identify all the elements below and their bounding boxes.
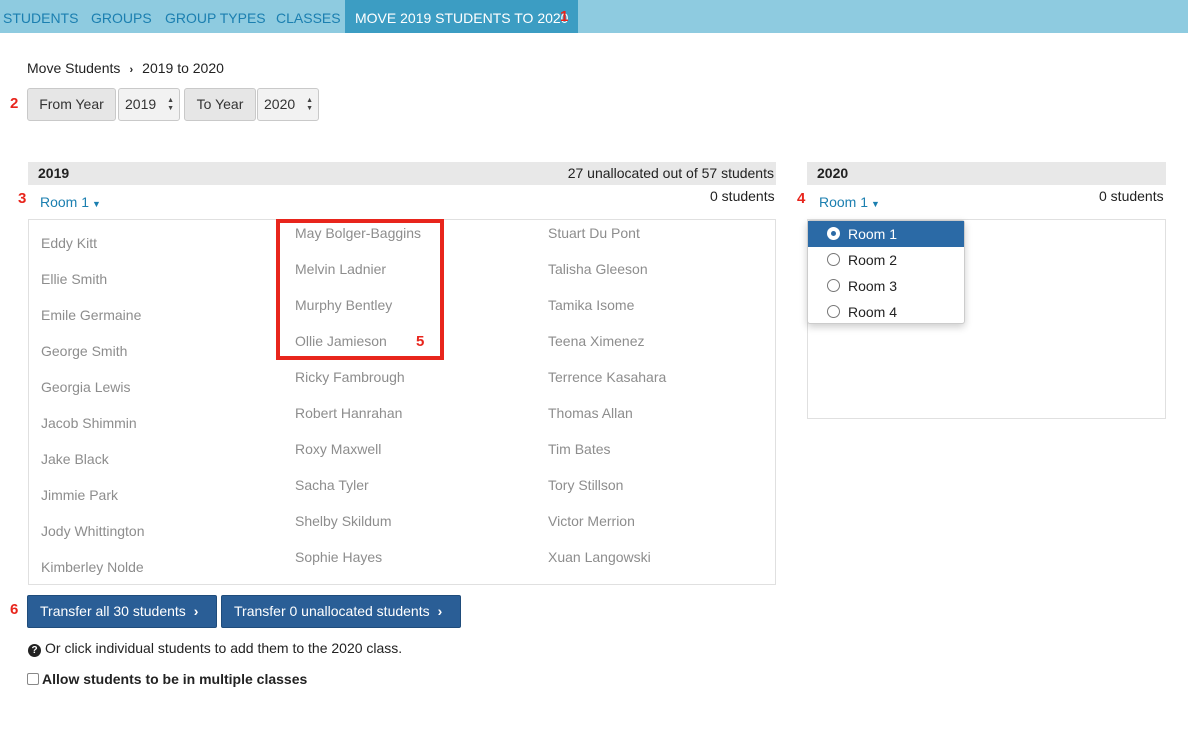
panel-2020-title: 2020 <box>817 165 849 181</box>
annotation-marker-2: 2 <box>10 95 19 112</box>
radio-selected-icon <box>827 227 840 240</box>
room-dropdown-2020-label: Room 1 <box>819 194 869 210</box>
student-item[interactable]: Xuan Langowski <box>548 549 651 565</box>
student-item[interactable]: Kimberley Nolde <box>41 559 144 575</box>
from-year-select[interactable]: 2019 ▲ ▼ <box>118 88 180 121</box>
annotation-marker-1: 1 <box>560 8 569 25</box>
unallocated-summary: 27 unallocated out of 57 students <box>567 165 774 181</box>
radio-icon <box>827 305 840 318</box>
breadcrumb-separator-icon: › <box>129 64 134 76</box>
student-item[interactable]: Jimmie Park <box>41 487 118 503</box>
nav-move-students[interactable]: MOVE 2019 STUDENTS TO 2020 <box>345 0 579 33</box>
room-option-label: Room 3 <box>848 278 898 294</box>
student-item[interactable]: Thomas Allan <box>548 405 633 421</box>
student-item[interactable]: Georgia Lewis <box>41 379 131 395</box>
student-item[interactable]: Talisha Gleeson <box>548 261 648 277</box>
from-year-button[interactable]: From Year <box>27 88 116 121</box>
room-option-3[interactable]: Room 3 <box>808 273 964 299</box>
allow-multiple-classes-label[interactable]: Allow students to be in multiple classes <box>42 671 307 687</box>
annotation-marker-6: 6 <box>10 601 19 618</box>
caret-down-icon: ▼ <box>92 199 101 209</box>
select-arrows-icon: ▲ ▼ <box>306 97 313 112</box>
room-dropdown-menu: Room 1 Room 2 Room 3 Room 4 <box>807 220 965 324</box>
student-item[interactable]: Jake Black <box>41 451 109 467</box>
room-2020-count: 0 students <box>1099 188 1164 204</box>
room-option-4[interactable]: Room 4 <box>808 299 964 325</box>
student-item[interactable]: Robert Hanrahan <box>295 405 402 421</box>
to-year-value: 2020 <box>264 96 296 112</box>
room-dropdown-2020[interactable]: Room 1 ▼ <box>819 194 880 210</box>
student-item[interactable]: Shelby Skildum <box>295 513 392 529</box>
student-item[interactable]: Jody Whittington <box>41 523 145 539</box>
student-item[interactable]: Jacob Shimmin <box>41 415 137 431</box>
student-item[interactable]: Eddy Kitt <box>41 235 97 251</box>
student-item[interactable]: Ricky Fambrough <box>295 369 405 385</box>
room-option-1[interactable]: Room 1 <box>808 221 964 247</box>
select-arrows-icon: ▲ ▼ <box>167 97 174 112</box>
room-option-2[interactable]: Room 2 <box>808 247 964 273</box>
panel-2020-header: 2020 <box>807 162 1166 185</box>
breadcrumb-current: 2019 to 2020 <box>142 60 224 76</box>
student-item[interactable]: Sophie Hayes <box>295 549 382 565</box>
caret-down-icon: ▼ <box>871 199 880 209</box>
room-option-label: Room 2 <box>848 252 898 268</box>
student-item[interactable]: George Smith <box>41 343 127 359</box>
student-item[interactable]: Ellie Smith <box>41 271 107 287</box>
top-nav: STUDENTS GROUPS GROUP TYPES CLASSES MOVE… <box>0 0 1188 33</box>
room-dropdown-2019-label: Room 1 <box>40 194 90 210</box>
student-item[interactable]: Terrence Kasahara <box>548 369 666 385</box>
transfer-all-button[interactable]: Transfer all 30 students › <box>27 595 217 628</box>
nav-students[interactable]: STUDENTS <box>3 0 78 33</box>
radio-icon <box>827 279 840 292</box>
room-dropdown-2019[interactable]: Room 1 ▼ <box>40 194 101 210</box>
annotation-marker-4: 4 <box>797 190 806 207</box>
breadcrumb: Move Students › 2019 to 2020 <box>27 60 224 76</box>
panel-2019-title: 2019 <box>38 165 70 181</box>
radio-icon <box>827 253 840 266</box>
student-item[interactable]: Stuart Du Pont <box>548 225 640 241</box>
student-item[interactable]: Victor Merrion <box>548 513 635 529</box>
student-item[interactable]: Tory Stillson <box>548 477 623 493</box>
room-option-label: Room 1 <box>848 226 898 242</box>
student-item[interactable]: Roxy Maxwell <box>295 441 381 457</box>
allow-multiple-classes-row: Allow students to be in multiple classes <box>27 671 307 687</box>
question-circle-icon: ? <box>28 644 41 657</box>
room-option-label: Room 4 <box>848 304 898 320</box>
nav-groups[interactable]: GROUPS <box>91 0 152 33</box>
to-year-button[interactable]: To Year <box>184 88 256 121</box>
help-text-row: ? Or click individual students to add the… <box>28 640 402 657</box>
nav-classes[interactable]: CLASSES <box>276 0 341 33</box>
transfer-all-label: Transfer all 30 students <box>40 603 186 619</box>
breadcrumb-root[interactable]: Move Students <box>27 60 120 76</box>
student-item[interactable]: Sacha Tyler <box>295 477 369 493</box>
student-item[interactable]: Tim Bates <box>548 441 611 457</box>
transfer-unallocated-button[interactable]: Transfer 0 unallocated students › <box>221 595 461 628</box>
chevron-right-icon: › <box>193 603 199 619</box>
transfer-unallocated-label: Transfer 0 unallocated students <box>234 603 430 619</box>
student-item[interactable]: Emile Germaine <box>41 307 141 323</box>
help-text: Or click individual students to add them… <box>45 640 403 656</box>
annotation-marker-3: 3 <box>18 190 27 207</box>
student-item[interactable]: Teena Ximenez <box>548 333 645 349</box>
from-year-value: 2019 <box>125 96 157 112</box>
to-year-select[interactable]: 2020 ▲ ▼ <box>257 88 319 121</box>
room-2019-count: 0 students <box>710 188 775 204</box>
allow-multiple-classes-checkbox[interactable] <box>27 673 39 685</box>
student-item[interactable]: Tamika Isome <box>548 297 634 313</box>
chevron-right-icon: › <box>437 603 443 619</box>
annotation-marker-5: 5 <box>416 333 425 350</box>
panel-2019-header: 2019 27 unallocated out of 57 students <box>28 162 776 185</box>
nav-group-types[interactable]: GROUP TYPES <box>165 0 266 33</box>
